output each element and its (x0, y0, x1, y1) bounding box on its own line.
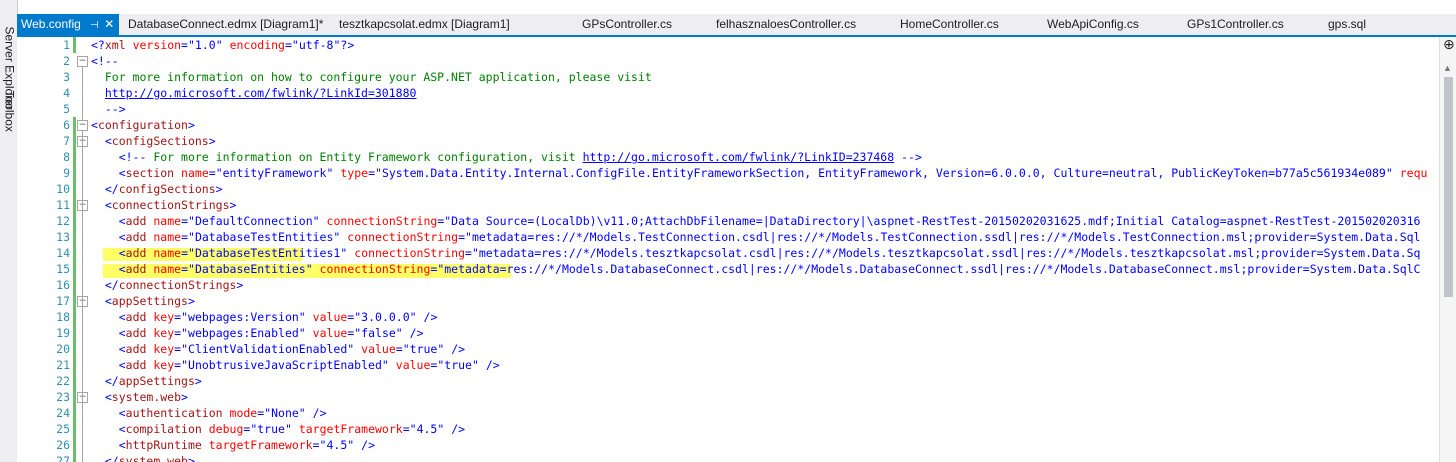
code-line[interactable]: <add name="DefaultConnection" connection… (91, 213, 1421, 229)
fold-guide-line (82, 67, 83, 121)
split-window-icon[interactable]: ⊕ (1443, 37, 1455, 53)
code-line[interactable]: <add name="DatabaseTestEntities" connect… (91, 229, 1421, 245)
tab-databaseconnect-edmx[interactable]: DatabaseConnect.edmx [Diagram1]* (128, 14, 323, 35)
code-line[interactable]: <system.web> (91, 389, 188, 405)
code-line[interactable]: --> (91, 101, 126, 117)
code-line[interactable]: <authentication mode="None" /> (91, 405, 327, 421)
code-line[interactable]: <?xml version="1.0" encoding="utf-8"?> (91, 37, 354, 53)
fold-toggle-icon[interactable]: − (77, 56, 88, 67)
code-line[interactable]: <add key="webpages:Version" value="3.0.0… (91, 309, 438, 325)
code-line[interactable]: <add key="webpages:Enabled" value="false… (91, 325, 424, 341)
code-line[interactable]: <!-- (91, 53, 119, 69)
line-number: 2 (63, 54, 70, 68)
line-number: 26 (56, 438, 70, 452)
fold-guide-line (82, 131, 83, 462)
change-indicator (73, 37, 76, 53)
code-line[interactable]: <add name="DatabaseTestEntities1" connec… (91, 245, 1421, 261)
line-number: 21 (56, 358, 70, 372)
code-line[interactable]: <configuration> (91, 117, 195, 133)
line-number: 27 (56, 454, 70, 462)
line-number: 5 (63, 102, 70, 116)
line-number: 4 (63, 86, 70, 100)
tab-webapiconfig[interactable]: WebApiConfig.cs (1047, 14, 1139, 35)
code-line[interactable]: <add key="UnobtrusiveJavaScriptEnabled" … (91, 357, 500, 373)
fold-toggle-icon[interactable]: − (77, 120, 88, 131)
line-number: 11 (56, 198, 70, 212)
tab-web-config[interactable]: Web.config ⊣ ✕ (17, 14, 119, 35)
line-number: 1 (63, 38, 70, 52)
line-number: 23 (56, 390, 70, 404)
tab-homecontroller[interactable]: HomeController.cs (900, 14, 999, 35)
line-number: 14 (56, 246, 70, 260)
server-explorer-tab[interactable]: Server Explorer (2, 27, 17, 110)
line-number: 19 (56, 326, 70, 340)
code-line[interactable]: For more information on how to configure… (91, 69, 652, 85)
line-number: 15 (56, 262, 70, 276)
code-area[interactable]: <?xml version="1.0" encoding="utf-8"?> <!… (91, 37, 1439, 462)
change-indicator (73, 117, 76, 462)
line-number: 9 (63, 166, 70, 180)
code-line[interactable]: <httpRuntime targetFramework="4.5" /> (91, 437, 375, 453)
line-number-gutter: 1 2 3 4 5 6 7 8 9 10 11 12 13 14 15 16 17 18 19 20 21 22 23 24 2… (17, 37, 88, 462)
line-number: 8 (63, 150, 70, 164)
code-line[interactable]: </system.web> (91, 453, 195, 462)
code-editor[interactable]: 1 2 3 4 5 6 7 8 9 10 11 12 13 14 15 16 17 18 19 20 21 22 23 24 2… (17, 37, 1439, 462)
line-number: 16 (56, 278, 70, 292)
document-tab-bar: Web.config ⊣ ✕ DatabaseConnect.edmx [Diagr… (17, 14, 1456, 37)
line-number: 17 (56, 294, 70, 308)
pin-icon[interactable]: ⊣ (89, 15, 100, 36)
tab-tesztkapcsolat-edmx[interactable]: tesztkapcsolat.edmx [Diagram1] (339, 14, 510, 35)
line-number: 24 (56, 406, 70, 420)
tab-gpscontroller[interactable]: GPsController.cs (582, 14, 672, 35)
tab-gps-sql[interactable]: gps.sql (1328, 14, 1366, 35)
toolbox-tab[interactable]: Toolbox (2, 91, 17, 137)
line-number: 10 (56, 182, 70, 196)
close-icon[interactable]: ✕ (104, 14, 115, 35)
code-line[interactable]: <!-- For more information on Entity Fram… (91, 149, 922, 165)
code-line[interactable]: <add name="DatabaseEntities" connectionS… (91, 261, 1421, 277)
code-line[interactable]: http://go.microsoft.com/fwlink/?LinkId=3… (91, 85, 417, 101)
code-line[interactable]: </appSettings> (91, 373, 202, 389)
line-number: 12 (56, 214, 70, 228)
scrollbar-thumb[interactable] (1444, 77, 1453, 297)
code-line[interactable]: <connectionStrings> (91, 197, 237, 213)
code-line[interactable]: <configSections> (91, 133, 216, 149)
line-number: 20 (56, 342, 70, 356)
code-line[interactable]: </connectionStrings> (91, 277, 244, 293)
line-number: 25 (56, 422, 70, 436)
code-line[interactable]: <section name="entityFramework" type="Sy… (91, 165, 1428, 181)
side-dock-strip: Server Explorer Toolbox (0, 0, 18, 462)
tab-label: Web.config (21, 17, 81, 31)
code-line[interactable]: <compilation debug="true" targetFramewor… (91, 421, 465, 437)
line-number: 18 (56, 310, 70, 324)
line-number: 6 (63, 118, 70, 132)
line-number: 13 (56, 230, 70, 244)
code-line[interactable]: <appSettings> (91, 293, 195, 309)
vertical-scrollbar[interactable]: ⊕ ▲ (1439, 37, 1456, 462)
tab-gps1controller[interactable]: GPs1Controller.cs (1187, 14, 1284, 35)
code-line[interactable]: <add key="ClientValidationEnabled" value… (91, 341, 465, 357)
tab-felhasznaloescontroller[interactable]: felhasznaloesController.cs (716, 14, 856, 35)
code-line[interactable]: </configSections> (91, 181, 223, 197)
scroll-up-icon[interactable]: ▲ (1443, 63, 1452, 73)
line-number: 3 (63, 70, 70, 84)
line-number: 22 (56, 374, 70, 388)
line-number: 7 (63, 134, 70, 148)
